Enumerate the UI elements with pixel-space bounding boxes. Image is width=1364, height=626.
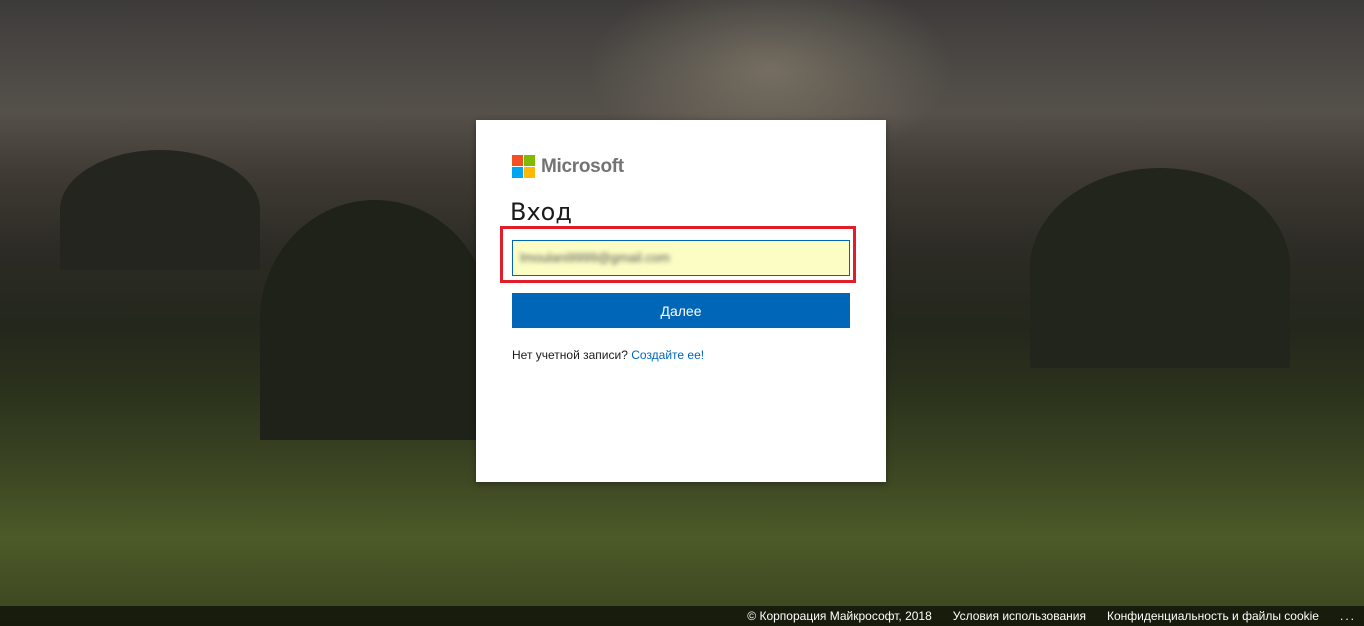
email-input[interactable] <box>512 240 850 276</box>
footer-terms-link[interactable]: Условия использования <box>953 609 1086 623</box>
no-account-line: Нет учетной записи? Создайте ее! <box>512 348 704 362</box>
signin-card: Microsoft Вход lmoulani9999@gmail.com Да… <box>476 120 886 482</box>
page-title: Вход <box>510 198 572 226</box>
footer-bar: © Корпорация Майкрософт, 2018 Условия ис… <box>0 606 1364 626</box>
microsoft-squares-icon <box>512 155 535 178</box>
next-button[interactable]: Далее <box>512 293 850 328</box>
create-account-link[interactable]: Создайте ее! <box>631 348 704 362</box>
microsoft-logo: Microsoft <box>512 155 624 178</box>
footer-more-icon[interactable]: ... <box>1340 609 1356 623</box>
footer-privacy-link[interactable]: Конфиденциальность и файлы cookie <box>1107 609 1319 623</box>
footer-copyright: © Корпорация Майкрософт, 2018 <box>747 609 932 623</box>
microsoft-logo-text: Microsoft <box>541 155 624 177</box>
no-account-text: Нет учетной записи? <box>512 348 628 362</box>
